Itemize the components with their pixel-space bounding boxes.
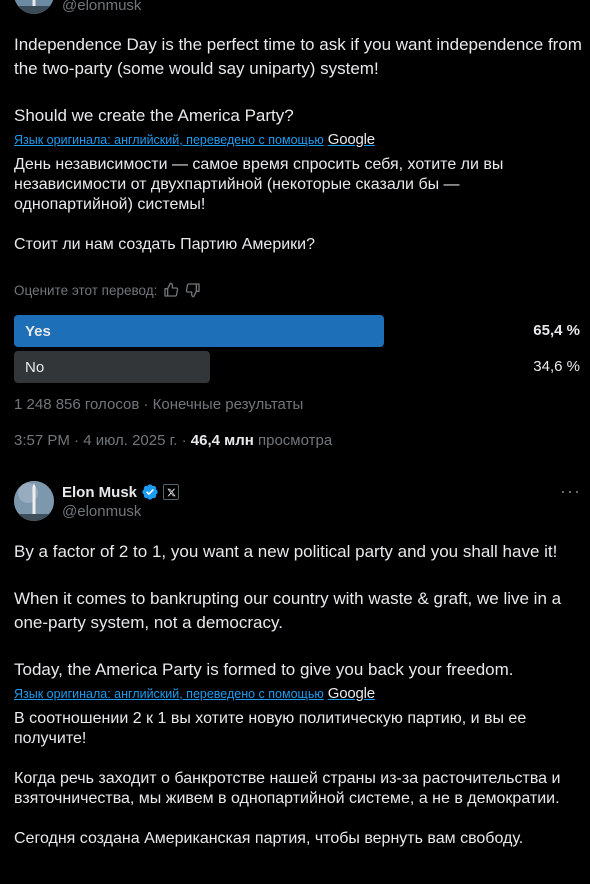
post2-translation-note[interactable]: Язык оригинала: английский, переведено с…: [14, 685, 375, 702]
poll-option-yes: Yes 65,4 %: [14, 315, 580, 347]
avatar[interactable]: [14, 0, 54, 14]
poll-option-label: Yes: [25, 322, 51, 340]
thumbs-up-icon[interactable]: [163, 282, 179, 298]
author-name[interactable]: Elon Musk: [62, 484, 137, 501]
more-icon[interactable]: ···: [560, 481, 581, 502]
post2-author[interactable]: Elon Musk: [62, 483, 180, 501]
post1-handle[interactable]: @elonmusk: [62, 0, 141, 14]
rate-translation-row: Оцените этот перевод:: [14, 282, 201, 298]
translation-note-text[interactable]: Язык оригинала: английский, переведено с…: [14, 687, 324, 701]
poll: Yes 65,4 % No 34,6 %: [14, 315, 580, 383]
verified-icon: [141, 483, 159, 501]
post1-translation-note[interactable]: Язык оригинала: английский, переведено с…: [14, 131, 375, 148]
poll-option-no: No 34,6 %: [14, 351, 580, 383]
post1-timestamp-row: 3:57 PM · 4 июл. 2025 г. · 46,4 млн прос…: [14, 432, 332, 449]
poll-option-label: No: [25, 358, 45, 376]
post2-translated-text: В соотношении 2 к 1 вы хотите новую поли…: [14, 710, 561, 847]
views-count: 46,4 млн: [190, 432, 254, 449]
post2-handle[interactable]: @elonmusk: [62, 503, 141, 520]
google-logo: Google: [327, 685, 375, 702]
translation-note-text[interactable]: Язык оригинала: английский, переведено с…: [14, 133, 324, 147]
post2-avatar[interactable]: [14, 481, 54, 521]
google-logo: Google: [327, 131, 375, 148]
poll-bar-no: No: [14, 351, 210, 383]
views-label: просмотра: [253, 432, 333, 449]
poll-bar-yes: Yes: [14, 315, 384, 347]
poll-option-percent: 34,6 %: [533, 358, 580, 375]
thumbs-down-icon[interactable]: [185, 282, 201, 298]
post1-translated-text: День независимости — самое время спросит…: [14, 156, 504, 253]
rate-label: Оцените этот перевод:: [14, 282, 158, 298]
post2-original-text: By a factor of 2 to 1, you want a new po…: [14, 542, 562, 679]
post1-original-text: Independence Day is the perfect time to …: [14, 35, 582, 125]
post1-time[interactable]: 3:57 PM · 4 июл. 2025 г. ·: [14, 432, 191, 449]
poll-option-percent: 65,4 %: [533, 322, 580, 339]
poll-summary: 1 248 856 голосов · Конечные результаты: [14, 396, 304, 413]
x-affiliate-icon[interactable]: [163, 484, 180, 500]
